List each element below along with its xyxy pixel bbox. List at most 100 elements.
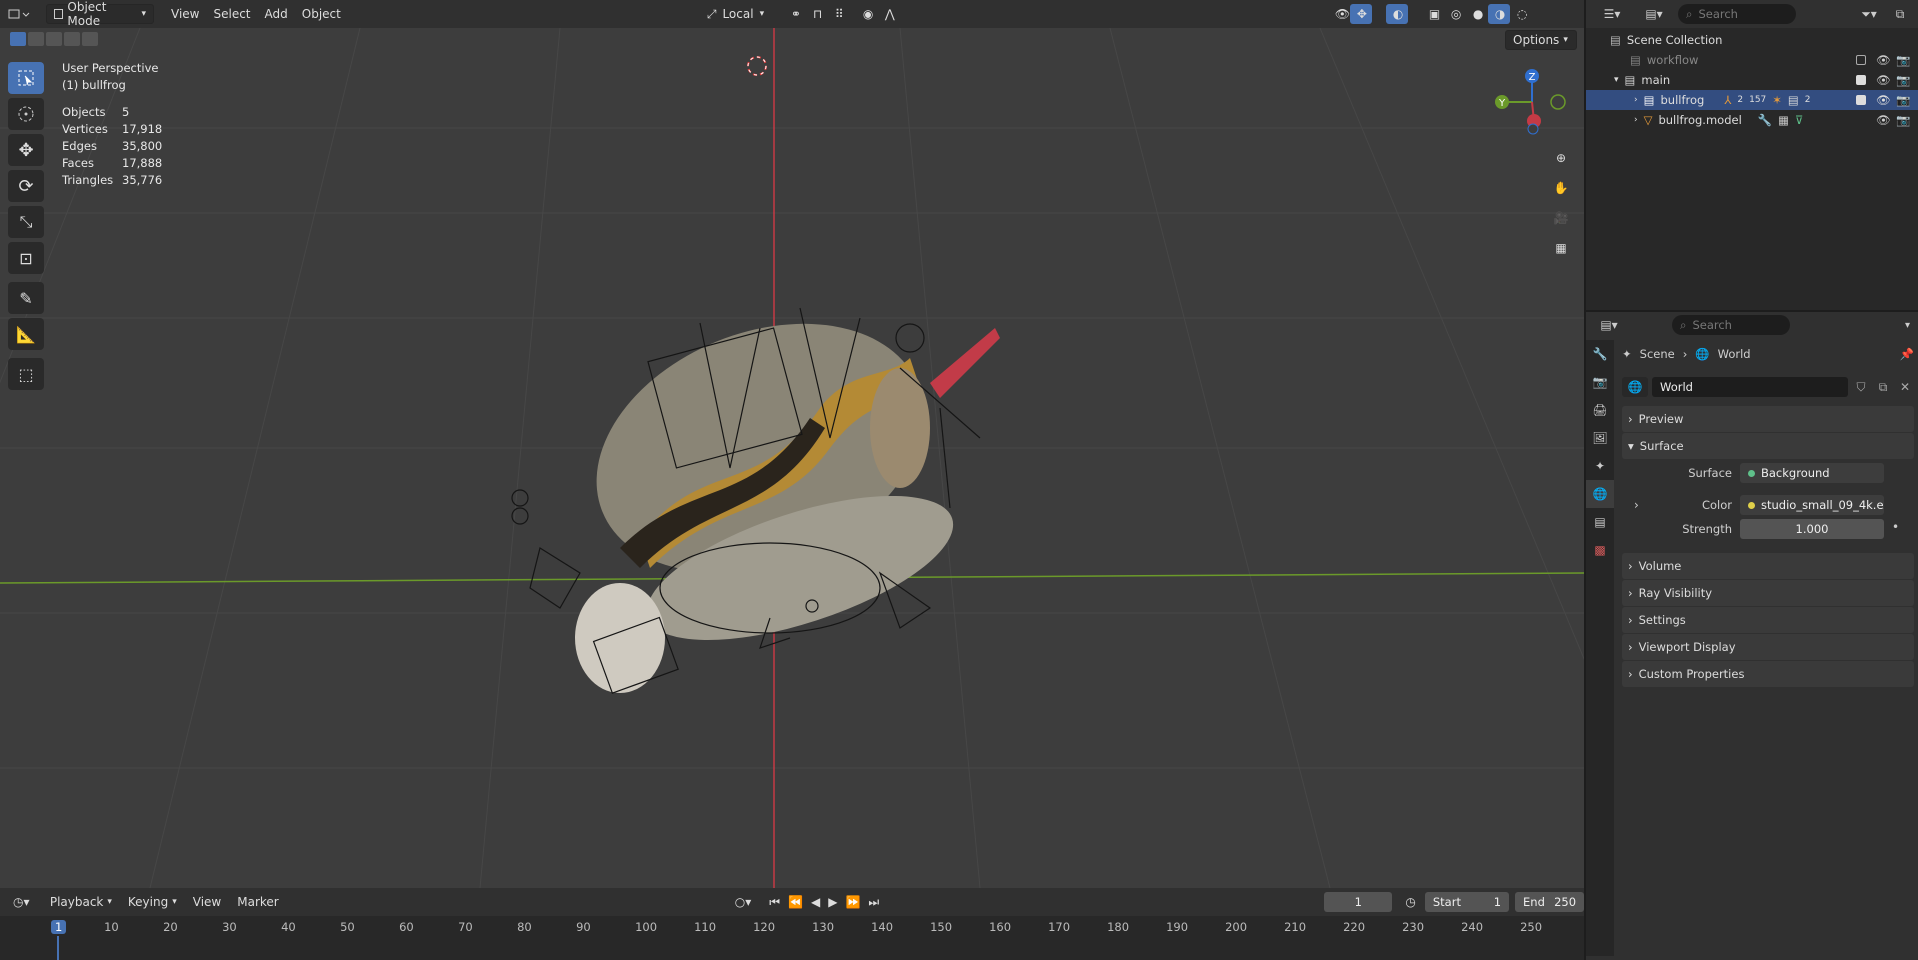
measure-tool-icon[interactable]: 📐 xyxy=(8,318,44,350)
panel-surface[interactable]: ▾ Surface xyxy=(1622,433,1914,459)
scale-tool-icon[interactable]: ⤡ xyxy=(8,206,44,238)
duplicate-icon[interactable]: ⧉ xyxy=(1874,380,1892,395)
jump-start-icon[interactable]: ⏮ xyxy=(766,892,783,912)
overlay-toggle-icon[interactable]: ◐ xyxy=(1385,4,1408,24)
select-set-icon[interactable] xyxy=(10,32,26,46)
transform-orientation-dropdown[interactable]: ⤢ Local ▾ xyxy=(700,4,778,24)
surface-shader-field[interactable]: Background xyxy=(1740,463,1884,483)
falloff-icon[interactable]: ⋀ xyxy=(878,4,900,24)
proportional-edit-icon[interactable]: ◉ xyxy=(856,4,878,24)
mode-dropdown[interactable]: Object Mode ▾ xyxy=(46,0,154,28)
outliner-editor-type-icon[interactable]: ☰▾ xyxy=(1594,7,1630,21)
annotate-tool-icon[interactable]: ✎ xyxy=(8,282,44,314)
strength-field[interactable]: 1.000 xyxy=(1740,519,1884,539)
new-collection-icon[interactable]: ⧉ xyxy=(1890,7,1910,22)
jump-keyframe-prev-icon[interactable]: ⏪ xyxy=(785,892,806,912)
select-extend-icon[interactable] xyxy=(28,32,44,46)
menu-timeline-view[interactable]: View xyxy=(186,892,228,912)
outliner-row-bullfrog-model[interactable]: › ▽ bullfrog.model 🔧 ▦ ⊽ 👁 📷 xyxy=(1586,110,1918,130)
world-name-field[interactable]: World xyxy=(1652,377,1848,397)
shading-rendered-icon[interactable]: ◌ xyxy=(1510,4,1532,24)
menu-keying[interactable]: Keying ▾ xyxy=(121,892,184,912)
fake-user-shield-icon[interactable]: ⛉ xyxy=(1852,380,1870,395)
perspective-toggle-icon[interactable]: ▦ xyxy=(1548,236,1574,260)
transform-tool-icon[interactable]: ⊡ xyxy=(8,242,44,274)
jump-end-icon[interactable]: ⏭ xyxy=(865,892,882,912)
world-browse-icon[interactable]: 🌐 xyxy=(1622,377,1648,397)
timeline-ruler[interactable]: 1 10 20 30 40 50 60 70 80 90 100 110 120 130 140 150 160… xyxy=(0,916,1584,960)
menu-object[interactable]: Object xyxy=(295,4,348,24)
world-tab-icon[interactable]: 🌐 xyxy=(1586,480,1614,508)
texture-tab-icon[interactable]: ▩ xyxy=(1586,536,1614,564)
play-icon[interactable]: ▶ xyxy=(825,892,840,912)
exclude-checkbox[interactable] xyxy=(1856,55,1866,65)
pivot-icon[interactable]: ⚭ xyxy=(784,4,806,24)
expand-chevron-icon[interactable]: › xyxy=(1634,95,1638,105)
zoom-icon[interactable]: ⊕ xyxy=(1548,146,1574,170)
keyframe-dot-icon[interactable]: • xyxy=(1892,520,1899,534)
panel-viewport-display[interactable]: › Viewport Display xyxy=(1622,634,1914,660)
outliner-row-bullfrog[interactable]: › ▤ bullfrog ⅄ 2 157 ✶ ▤ 2 👁 📷 xyxy=(1586,90,1918,110)
3d-viewport[interactable]: ✥ ⟳ ⤡ ⊡ ✎ 📐 ⬚ User Perspective (1) bullf… xyxy=(0,28,1584,888)
pin-icon[interactable]: 📌 xyxy=(1900,347,1914,361)
select-box-tool-icon[interactable] xyxy=(8,62,44,94)
menu-add[interactable]: Add xyxy=(258,4,295,24)
collection-tab-icon[interactable]: ▤ xyxy=(1586,508,1614,536)
color-texture-field[interactable]: studio_small_09_4k.exr xyxy=(1740,495,1884,515)
outliner-row-scene-collection[interactable]: ▤ Scene Collection xyxy=(1586,30,1918,50)
render-camera-icon[interactable]: 📷 xyxy=(1896,113,1910,127)
panel-volume[interactable]: › Volume xyxy=(1622,553,1914,579)
output-tab-icon[interactable]: 🖨 xyxy=(1586,396,1614,424)
camera-view-icon[interactable]: 🎥 xyxy=(1548,206,1574,230)
snap-icon[interactable]: ⊓ xyxy=(806,4,828,24)
jump-keyframe-next-icon[interactable]: ⏩ xyxy=(842,892,863,912)
properties-search-field[interactable]: ⌕ Search xyxy=(1672,315,1790,335)
end-frame-field[interactable]: End 250 xyxy=(1515,892,1585,912)
menu-marker[interactable]: Marker xyxy=(230,892,285,912)
visibility-icon[interactable]: 👁 xyxy=(1328,4,1350,24)
render-tab-icon[interactable]: 📷 xyxy=(1586,368,1614,396)
select-difference-icon[interactable] xyxy=(64,32,80,46)
outliner-search-field[interactable]: ⌕ Search xyxy=(1678,4,1796,24)
expand-chevron-icon[interactable]: › xyxy=(1634,115,1638,125)
gizmo-toggle-icon[interactable]: ✥ xyxy=(1349,4,1372,24)
eye-icon[interactable]: 👁 xyxy=(1876,73,1891,87)
eye-icon[interactable]: 👁 xyxy=(1876,53,1891,67)
cursor-tool-icon[interactable] xyxy=(8,98,44,130)
unlink-close-icon[interactable]: ✕ xyxy=(1896,380,1914,394)
panel-custom-properties[interactable]: › Custom Properties xyxy=(1622,661,1914,687)
move-tool-icon[interactable]: ✥ xyxy=(8,134,44,166)
preview-range-icon[interactable]: ◷ xyxy=(1398,892,1422,912)
current-frame-field[interactable]: 1 xyxy=(1324,892,1393,912)
menu-select[interactable]: Select xyxy=(206,4,257,24)
select-intersect-icon[interactable] xyxy=(82,32,98,46)
eye-icon[interactable]: 👁 xyxy=(1876,113,1891,127)
start-frame-field[interactable]: Start 1 xyxy=(1424,892,1510,912)
eye-icon[interactable]: 👁 xyxy=(1876,93,1891,107)
pan-hand-icon[interactable]: ✋ xyxy=(1548,176,1574,200)
timeline-editor-type-icon[interactable]: ◷▾ xyxy=(6,892,41,912)
play-reverse-icon[interactable]: ◀ xyxy=(808,892,823,912)
render-camera-icon[interactable]: 📷 xyxy=(1896,73,1910,87)
panel-ray-visibility[interactable]: › Ray Visibility xyxy=(1622,580,1914,606)
add-cube-tool-icon[interactable]: ⬚ xyxy=(8,358,44,390)
scene-tab-icon[interactable]: ✦ xyxy=(1586,452,1614,480)
render-camera-icon[interactable]: 📷 xyxy=(1896,93,1910,107)
playhead-line[interactable] xyxy=(57,936,59,960)
tool-tab-icon[interactable]: 🔧 xyxy=(1586,340,1614,368)
auto-key-icon[interactable]: ○▾ xyxy=(728,892,759,912)
panel-preview[interactable]: › Preview xyxy=(1622,406,1914,432)
properties-editor-type-icon[interactable]: ▤▾ xyxy=(1594,318,1624,332)
outliner-row-main[interactable]: ▾ ▤ main 👁 📷 xyxy=(1586,70,1918,90)
navigation-gizmo[interactable]: Z Y xyxy=(1480,63,1570,143)
options-button[interactable]: Options ▾ xyxy=(1505,30,1577,50)
rotate-tool-icon[interactable]: ⟳ xyxy=(8,170,44,202)
color-expand-chevron-icon[interactable]: › xyxy=(1634,498,1639,512)
outliner-row-workflow[interactable]: ▤ workflow 👁 📷 xyxy=(1586,50,1918,70)
exclude-checkbox[interactable] xyxy=(1856,95,1866,105)
chevron-down-icon[interactable]: ▾ xyxy=(1905,320,1910,331)
shading-material-icon[interactable]: ◑ xyxy=(1487,4,1510,24)
menu-playback[interactable]: Playback ▾ xyxy=(43,892,119,912)
view-layer-tab-icon[interactable]: 🖼 xyxy=(1586,424,1614,452)
shading-solid-icon[interactable]: ● xyxy=(1466,4,1488,24)
